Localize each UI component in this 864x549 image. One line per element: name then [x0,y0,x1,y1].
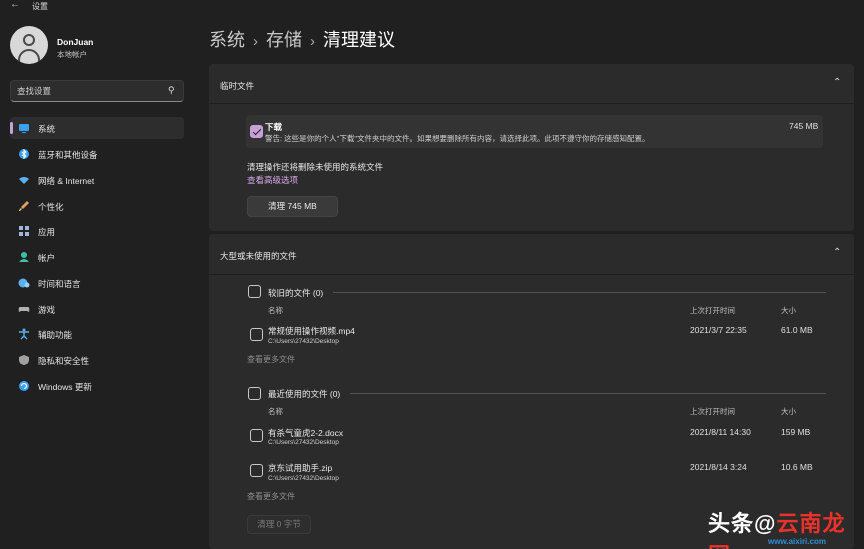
sidebar-item-label: 隐私和安全性 [38,356,90,366]
file-last-opened: 2021/3/7 22:35 [690,325,747,335]
advanced-options-link[interactable]: 查看高级选项 [247,174,298,186]
sidebar-item-label: 时间和语言 [38,279,81,289]
column-size: 大小 [781,306,796,315]
sidebar-item-windows-update[interactable]: Windows 更新 [10,375,184,397]
page-title: 清理建议 [323,30,395,50]
file-name: 有杀气童虎2-2.docx [268,428,344,438]
file-last-opened: 2021/8/14 3:24 [690,462,747,472]
wifi-icon [18,174,30,186]
watermark-url: www.aixiri.com [768,537,826,546]
file-path: C:\Users\27432\Desktop [268,338,339,345]
search-input[interactable] [17,84,157,98]
clean-large-files-button[interactable]: 清理 0 字节 [247,515,311,534]
sidebar-item-label: 个性化 [38,202,64,212]
sidebar-item-accounts[interactable]: 帐户 [10,246,184,268]
file-checkbox[interactable] [250,328,263,341]
sidebar-item-bluetooth[interactable]: 蓝牙和其他设备 [10,143,184,165]
file-path: C:\Users\27432\Desktop [268,475,339,482]
chevron-right-icon: › [253,33,258,50]
sidebar-item-time-language[interactable]: 时间和语言 [10,272,184,294]
column-last-opened: 上次打开时间 [690,306,735,315]
selection-indicator [10,122,13,134]
large-files-title: 大型或未使用的文件 [220,251,297,261]
sidebar-item-system[interactable]: 系统 [10,117,184,139]
chevron-up-icon[interactable]: ⌃ [833,77,841,88]
clean-temp-button[interactable]: 清理 745 MB [247,196,338,217]
update-icon [18,380,30,392]
app-title: 设置 [32,2,48,11]
account-type: 本地帐户 [57,50,87,59]
watermark-at: @ [754,511,777,536]
sidebar-item-privacy[interactable]: 隐私和安全性 [10,349,184,371]
user-name: DonJuan [57,37,94,47]
sidebar-item-label: 蓝牙和其他设备 [38,150,98,160]
see-more-files-link[interactable]: 查看更多文件 [247,354,295,365]
search-icon[interactable]: ⚲ [168,85,175,96]
file-size: 10.6 MB [781,462,813,472]
title-bar: ← 设置 [0,0,864,12]
avatar-body-icon [18,49,40,64]
apps-icon [18,225,30,237]
sidebar-item-label: 应用 [38,227,56,237]
watermark-prefix: 头条 [708,511,755,536]
downloads-checkbox[interactable] [250,125,263,138]
avatar-head-icon [23,34,35,46]
file-name: 京东试用助手.zip [268,463,333,473]
globe-clock-icon [18,277,30,289]
downloads-item[interactable]: 下载 警告: 这些是你的个人"下载"文件夹中的文件。如果想要删除所有内容，请选择… [246,115,823,148]
cleanup-note: 清理操作还将删除未使用的系统文件 [247,162,384,172]
column-name: 名称 [268,306,283,315]
chevron-right-icon: › [310,33,315,50]
sidebar-item-label: Windows 更新 [38,382,92,392]
file-checkbox[interactable] [250,464,263,477]
see-more-files-link[interactable]: 查看更多文件 [247,491,295,502]
breadcrumb: 系统 › 存储 › 清理建议 [209,26,395,52]
breadcrumb-system[interactable]: 系统 [209,30,245,50]
temp-files-header[interactable]: 临时文件 ⌃ [209,64,854,104]
recent-files-checkbox[interactable] [248,387,261,400]
breadcrumb-storage[interactable]: 存储 [266,30,302,50]
sidebar-item-apps[interactable]: 应用 [10,220,184,242]
divider [350,393,826,394]
sidebar-item-label: 帐户 [38,253,56,263]
person-icon [18,251,30,263]
search-box[interactable]: ⚲ [10,80,184,102]
brush-icon [18,200,30,212]
sidebar-item-label: 游戏 [38,305,56,315]
column-size: 大小 [781,407,796,416]
file-checkbox[interactable] [250,429,263,442]
chevron-up-icon[interactable]: ⌃ [833,247,841,258]
divider [333,292,826,293]
file-last-opened: 2021/8/11 14:30 [690,427,751,437]
temp-files-title: 临时文件 [220,81,255,91]
recent-files-label: 最近使用的文件 (0) [268,389,341,399]
downloads-size: 745 MB [789,121,819,131]
accessibility-icon [18,328,30,340]
sidebar-item-label: 网络 & Internet [38,176,95,186]
file-path: C:\Users\27432\Desktop [268,439,339,446]
avatar[interactable] [10,26,48,64]
sidebar-item-accessibility[interactable]: 辅助功能 [10,323,184,345]
file-name: 常规使用操作视频.mp4 [268,326,355,336]
file-size: 61.0 MB [781,325,813,335]
downloads-warning: 警告: 这些是你的个人"下载"文件夹中的文件。如果想要删除所有内容，请选择此项。… [265,134,650,143]
monitor-icon [18,122,30,134]
sidebar-item-gaming[interactable]: 游戏 [10,298,184,320]
gamepad-icon [18,303,30,315]
file-size: 159 MB [781,427,811,437]
column-name: 名称 [268,407,283,416]
old-files-checkbox[interactable] [248,285,261,298]
column-last-opened: 上次打开时间 [690,407,735,416]
downloads-name: 下载 [265,122,283,132]
large-files-header[interactable]: 大型或未使用的文件 ⌃ [209,234,854,275]
old-files-label: 较旧的文件 (0) [268,288,324,298]
sidebar-item-label: 系统 [38,124,56,134]
sidebar-item-personalization[interactable]: 个性化 [10,195,184,217]
sidebar-item-label: 辅助功能 [38,330,73,340]
shield-icon [18,354,30,366]
bluetooth-icon [18,148,30,160]
sidebar-item-network[interactable]: 网络 & Internet [10,169,184,191]
back-arrow-icon[interactable]: ← [10,0,20,10]
